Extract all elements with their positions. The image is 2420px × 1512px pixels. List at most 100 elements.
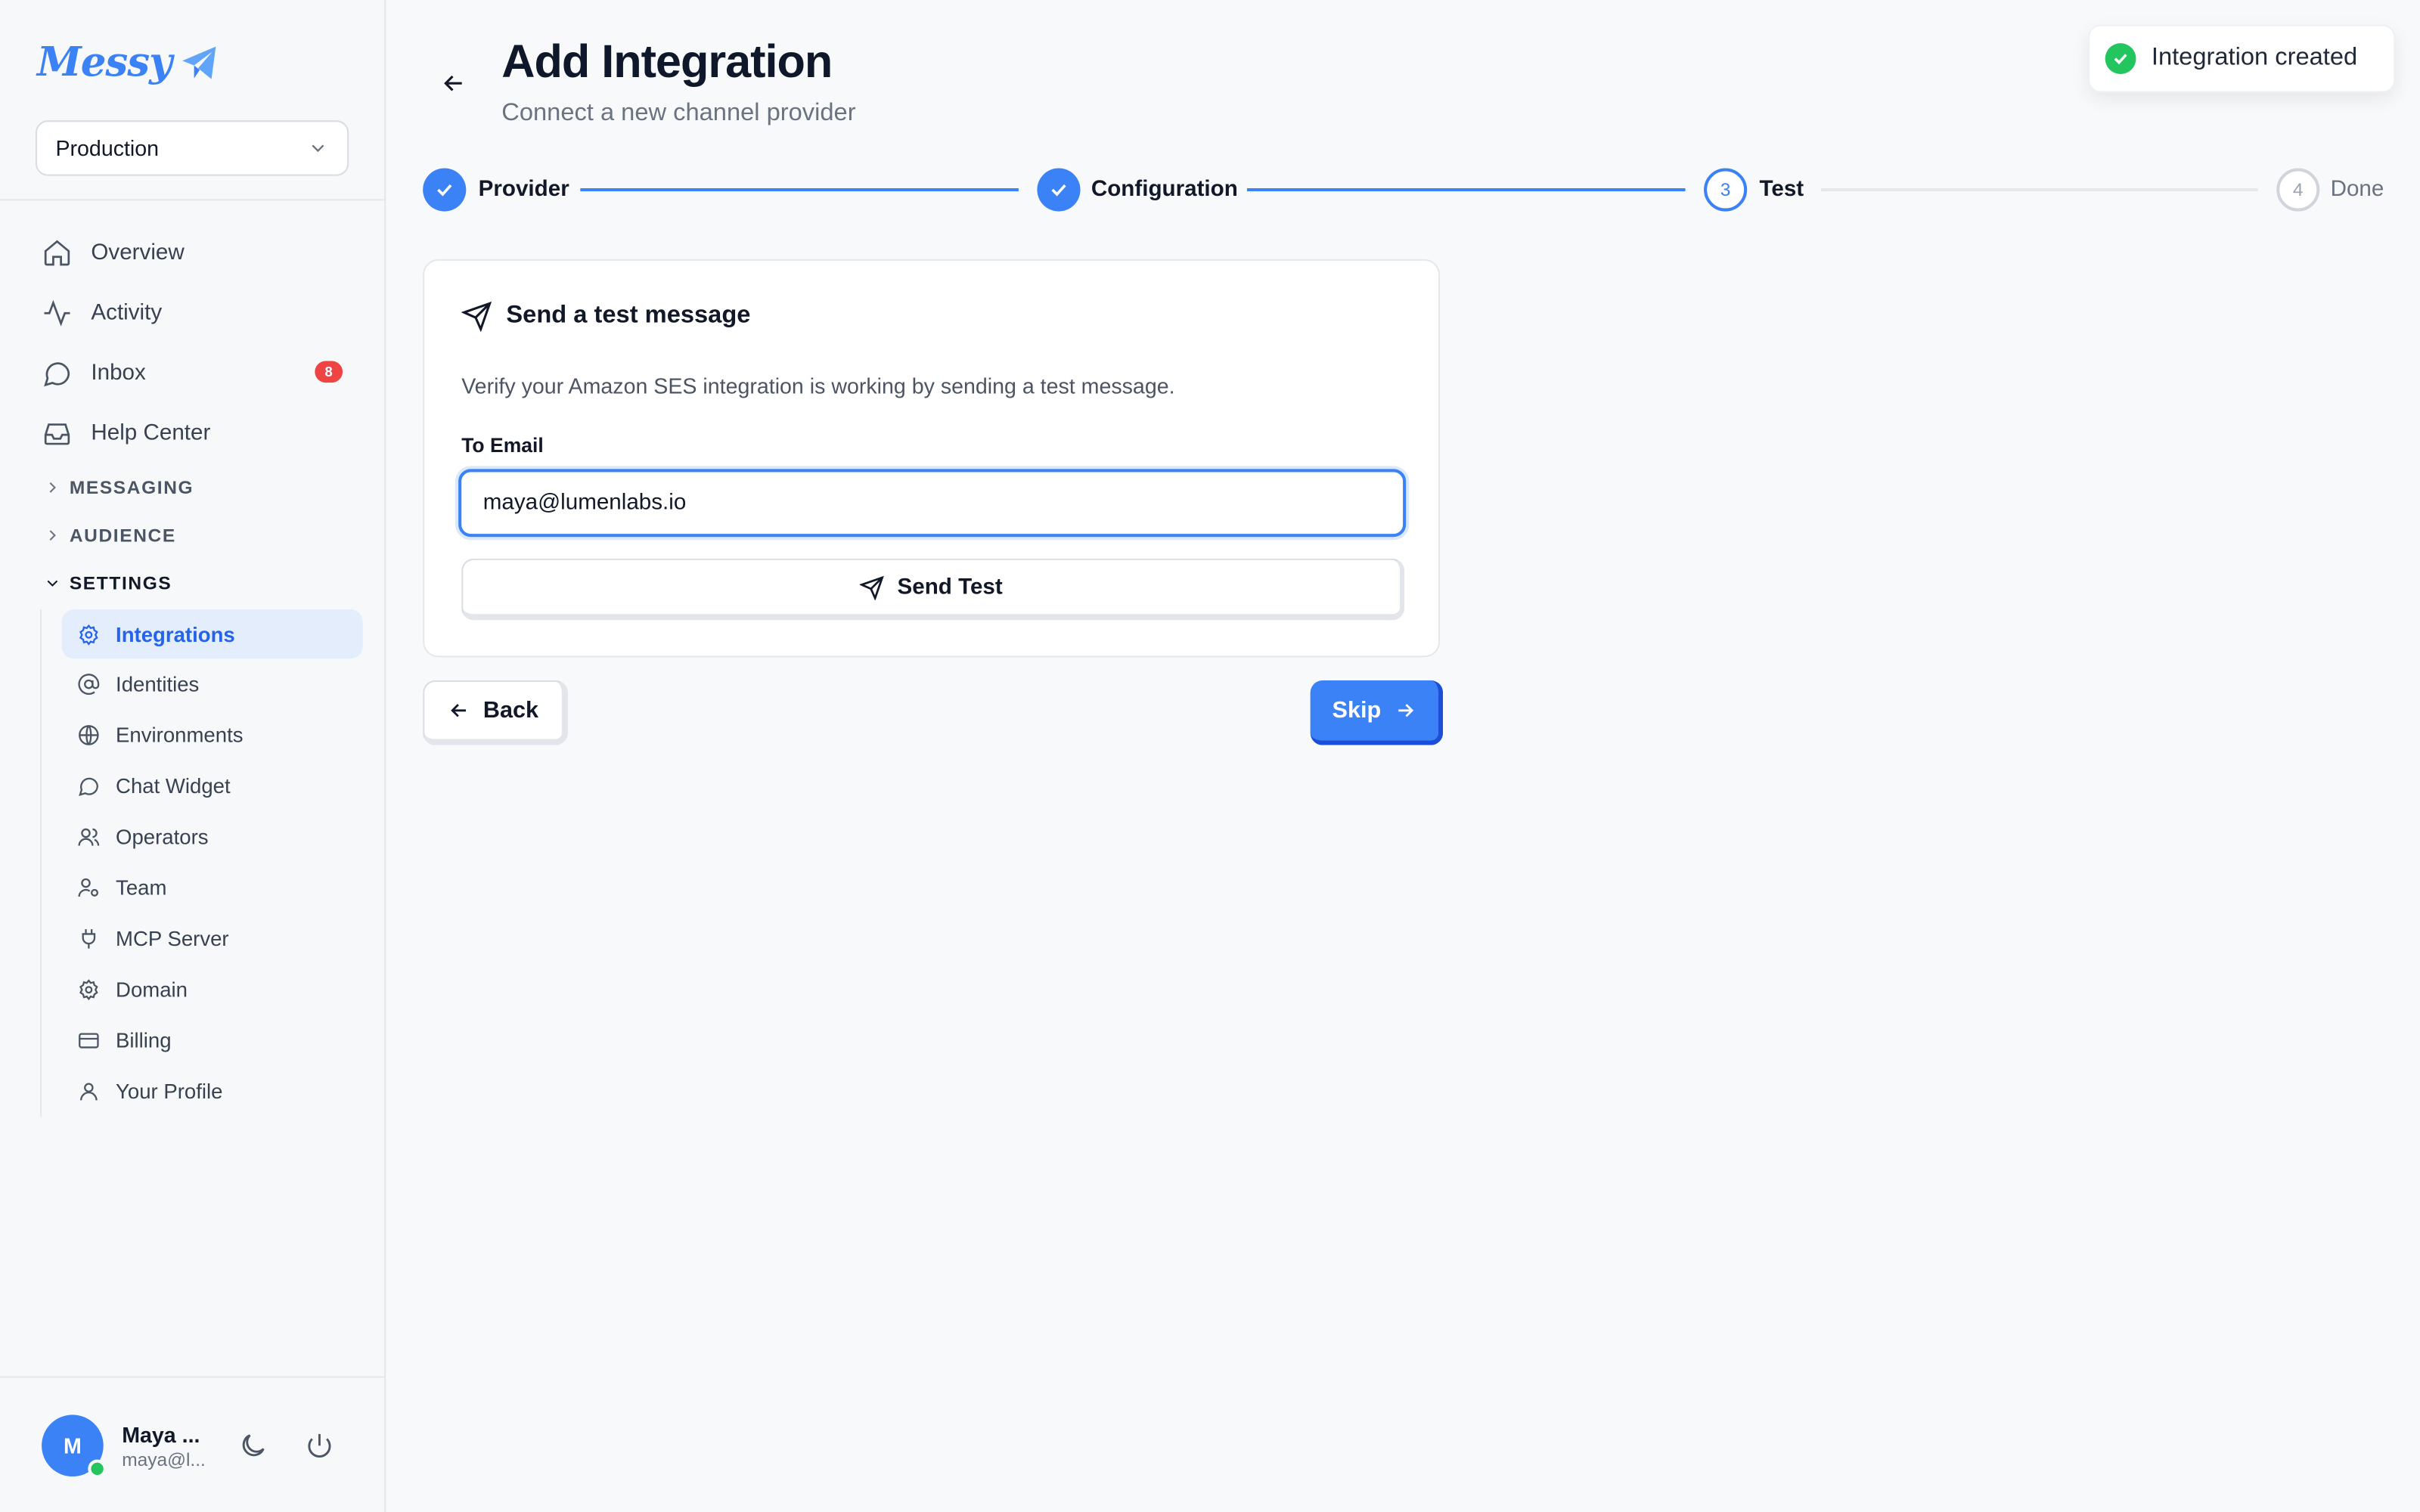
avatar-initial: M [63,1433,82,1458]
logo-text: Messy [36,40,172,87]
page-title: Add Integration [501,36,833,88]
chevron-right-icon [49,482,56,492]
sidebar-bottom-divider [0,1376,386,1378]
sidebar-item-label: Domain [116,978,188,1002]
sidebar-item-billing[interactable]: Billing [62,1015,363,1066]
card-title-text: Send a test message [506,302,751,329]
chevron-down-icon [47,579,58,586]
activity-icon [44,299,70,326]
sidebar-item-mcp-server[interactable]: MCP Server [62,913,363,964]
globe-icon [79,725,99,745]
environment-select[interactable]: Production [35,120,349,176]
sidebar-item-label: Chat Widget [116,774,231,798]
step-3-label: Test [1759,177,1804,203]
sidebar-item-identities[interactable]: Identities [62,658,363,709]
step-4-label: Done [2330,177,2384,203]
back-button-label: Back [482,697,539,724]
sidebar-item-inbox[interactable]: Inbox 8 [0,342,386,403]
success-toast: Integration created [2088,24,2396,93]
plug-icon [82,929,96,949]
sidebar-item-overview[interactable]: Overview [0,222,386,283]
gear-icon [79,979,98,1001]
sidebar-item-integrations[interactable]: Integrations [61,609,363,659]
step-3-number: 3 [1704,168,1748,212]
sidebar-item-label: Integrations [116,622,235,646]
step-1-label: Provider [478,177,569,203]
inbox-count-badge: 8 [315,361,343,383]
sidebar-item-label: Inbox [91,360,146,386]
user-team-icon [78,878,98,897]
skip-button-label: Skip [1332,697,1382,724]
sidebar-item-label: Your Profile [116,1080,223,1104]
chat-bubble-icon [79,777,98,796]
paper-plane-icon [182,46,216,79]
skip-button[interactable]: Skip [1310,680,1444,745]
email-field-label: To Email [461,433,544,457]
sidebar-group-settings[interactable]: SETTINGS [0,559,386,606]
chevron-right-icon [49,529,56,540]
credit-card-icon [79,1033,99,1049]
sidebar-item-operators[interactable]: Operators [62,811,363,862]
step-connector-3 [1821,187,2258,192]
sidebar-item-label: MCP Server [116,927,229,951]
sidebar-item-domain[interactable]: Domain [62,965,363,1015]
sidebar-item-activity[interactable]: Activity [0,282,386,342]
sidebar-item-team[interactable]: Team [62,863,363,913]
sidebar-nav: Overview Activity Inbox 8 Help Center ME… [0,222,386,1117]
arrow-right-icon [1398,704,1413,717]
group-label: SETTINGS [69,572,172,593]
group-label: MESSAGING [69,476,194,498]
sidebar-group-audience[interactable]: AUDIENCE [0,511,386,559]
user-meta: Maya ... maya@l... [122,1422,206,1470]
page-subtitle: Connect a new channel provider [501,100,856,127]
chevron-down-icon [312,144,324,153]
step-2-check-icon [1037,168,1081,212]
sidebar-item-label: Environments [116,723,244,747]
card-description: Verify your Amazon SES integration is wo… [461,373,1175,398]
sidebar-item-label: Operators [116,825,209,849]
user-name: Maya ... [122,1421,200,1447]
settings-submenu: Integrations Identities Environments Cha… [40,609,386,1117]
sidebar-item-label: Help Center [91,420,211,445]
environment-select-value: Production [55,135,160,161]
app-logo[interactable]: Messy [37,40,221,86]
step-connector-1 [580,187,1019,192]
power-icon[interactable] [304,1430,335,1461]
step-connector-2 [1246,187,1686,192]
sidebar-item-environments[interactable]: Environments [62,710,363,761]
sidebar-item-label: Overview [91,240,185,265]
back-arrow-icon[interactable] [440,70,468,98]
card-title: Send a test message [461,301,750,332]
send-test-label: Send Test [897,575,1003,600]
toast-text: Integration created [2151,45,2358,71]
home-icon [44,239,70,265]
sidebar-group-messaging[interactable]: MESSAGING [0,463,386,510]
sidebar-item-label: Identities [116,672,200,696]
gear-icon [79,623,98,645]
check-circle-icon [2105,43,2136,74]
arrow-left-icon [451,704,467,717]
progress-stepper: Provider Configuration 3 Test 4 Done [423,168,2398,212]
users-icon [78,828,100,846]
sidebar-item-your-profile[interactable]: Your Profile [62,1066,363,1117]
sidebar-item-label: Team [116,876,167,900]
sidebar-item-help-center[interactable]: Help Center [0,403,386,463]
step-1-check-icon [423,168,467,212]
sidebar: Messy Production Overview Activity Inbox… [0,0,386,1512]
moon-icon[interactable] [237,1430,268,1461]
back-button[interactable]: Back [423,680,569,745]
user-profile[interactable]: M Maya ... maya@l... [42,1414,206,1479]
inbox-tray-icon [44,423,70,445]
email-field[interactable] [458,469,1407,538]
send-icon [461,301,492,332]
user-email: maya@l... [122,1448,206,1470]
sidebar-item-chat-widget[interactable]: Chat Widget [62,761,363,811]
step-2-label: Configuration [1091,177,1238,203]
chat-icon [44,361,70,386]
at-sign-icon [78,674,100,695]
send-test-button[interactable]: Send Test [461,558,1405,621]
step-4-number: 4 [2276,168,2320,212]
avatar: M [42,1414,107,1479]
sidebar-item-label: Billing [116,1029,172,1052]
online-status-dot [88,1459,107,1479]
